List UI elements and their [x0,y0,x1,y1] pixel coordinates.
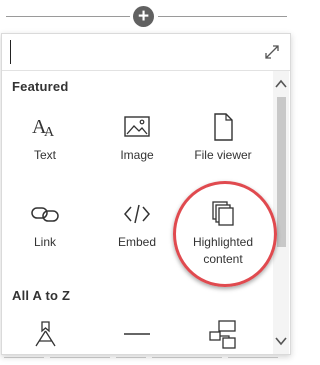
web-part-list: Featured A A Text Image File viewer Link… [2,71,272,354]
embed-icon [124,204,150,224]
tile-embed[interactable]: Embed [94,198,180,251]
tile-label: Image [120,148,154,162]
tile-label: Highlighted content [192,235,254,266]
canvas-divider-right [158,16,287,17]
search-bar [2,34,290,71]
expand-icon[interactable] [264,44,280,60]
svg-text:A: A [44,125,55,140]
section-header-all: All A to Z [12,288,71,303]
canvas-divider-left [6,16,130,17]
tile-label: Link [33,235,56,249]
file-icon [214,113,233,141]
tile-highlighted-content[interactable]: Highlighted content [180,198,266,268]
tile-az-3[interactable] [180,318,266,350]
chevron-down-icon[interactable] [275,336,287,346]
divider-icon [124,333,150,335]
tile-image[interactable]: Image [94,111,180,164]
text-icon: A A [32,116,55,140]
scroll-thumb[interactable] [277,97,286,247]
tile-label: File viewer [194,148,252,162]
tile-text[interactable]: A A Text [2,111,88,164]
tile-label: Embed [117,235,157,249]
tile-az-2[interactable] [94,318,180,350]
search-input[interactable] [10,40,259,64]
web-part-picker: Featured A A Text Image File viewer Link… [1,33,291,355]
add-web-part-button[interactable]: + [133,6,154,27]
highlighted-content-icon [212,201,234,226]
scrollbar[interactable] [273,71,289,354]
tile-link[interactable]: Link [2,198,88,251]
hierarchy-icon [209,320,236,349]
tile-label: Text [33,148,56,162]
link-icon [31,207,59,222]
tile-az-1[interactable] [2,318,88,350]
section-header-featured: Featured [12,79,69,94]
chevron-up-icon[interactable] [275,79,287,89]
image-icon [124,116,150,137]
tile-file-viewer[interactable]: File viewer [180,111,266,164]
bookmark-pin-icon [35,321,56,347]
